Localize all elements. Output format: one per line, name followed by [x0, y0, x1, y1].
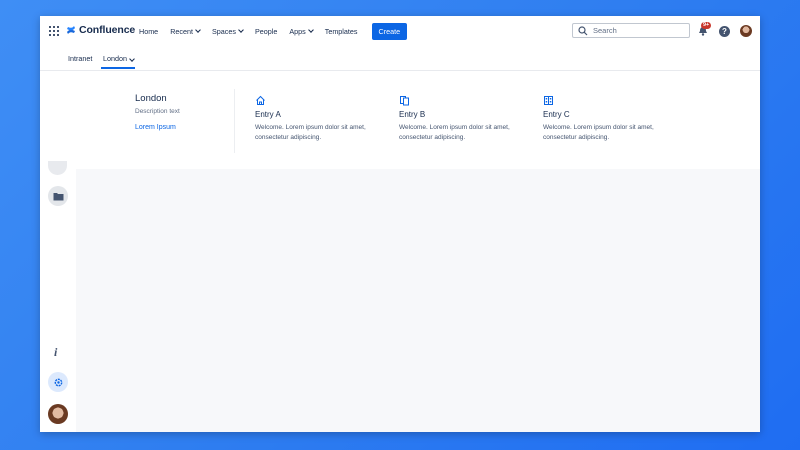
nav-apps-label: Apps: [289, 26, 306, 36]
dropdown-divider: [234, 89, 235, 153]
profile-avatar[interactable]: [740, 25, 752, 37]
space-subnav: Intranet London: [40, 46, 760, 71]
entry-c-description: Welcome. Lorem ipsum dolor sit amet, con…: [543, 124, 654, 141]
nav-spaces-label: Spaces: [211, 26, 236, 36]
nav-recent-label: Recent: [170, 26, 193, 36]
nav-templates[interactable]: Templates: [325, 27, 358, 36]
create-button[interactable]: Create: [371, 22, 408, 40]
nav-home-label: Home: [139, 26, 159, 36]
dropdown-link[interactable]: Lorem Ipsum: [135, 124, 176, 131]
search-icon: [578, 25, 588, 35]
notification-badge: 9+: [701, 22, 712, 29]
search-input[interactable]: [593, 26, 683, 35]
folder-button[interactable]: [48, 186, 68, 206]
active-tab-indicator: [101, 67, 135, 69]
tab-london-label: London: [103, 54, 127, 63]
settings-icon: [54, 378, 62, 386]
tab-london[interactable]: London: [103, 54, 135, 63]
info-icon[interactable]: i: [54, 345, 57, 360]
entry-a[interactable]: Entry A Welcome. Lorem ipsum dolor sit a…: [255, 95, 385, 143]
home-icon: [256, 95, 265, 105]
left-rail: i: [40, 161, 76, 432]
help-icon[interactable]: ?: [719, 26, 730, 37]
app-switcher-icon[interactable]: [49, 26, 59, 36]
entry-b[interactable]: Entry B Welcome. Lorem ipsum dolor sit a…: [399, 95, 529, 143]
nav-home[interactable]: Home: [139, 27, 158, 36]
building-icon: [544, 96, 553, 105]
nav-recent[interactable]: Recent: [170, 26, 201, 36]
entry-c-title: Entry C: [543, 110, 570, 119]
confluence-logo[interactable]: Confluence: [66, 24, 135, 36]
entry-b-title: Entry B: [399, 110, 426, 119]
entry-b-description: Welcome. Lorem ipsum dolor sit amet, con…: [399, 124, 510, 141]
entry-a-description: Welcome. Lorem ipsum dolor sit amet, con…: [255, 124, 366, 141]
rail-avatar[interactable]: [48, 404, 68, 424]
chevron-down-icon: [129, 56, 135, 62]
london-dropdown-panel: London Description text Lorem Ipsum Entr…: [40, 71, 760, 169]
chevron-down-icon: [238, 27, 244, 33]
tab-intranet[interactable]: Intranet: [68, 54, 92, 63]
dropdown-description: Description text: [135, 108, 180, 115]
pages-icon: [400, 96, 409, 106]
nav-people[interactable]: People: [255, 27, 277, 36]
entry-c[interactable]: Entry C Welcome. Lorem ipsum dolor sit a…: [543, 95, 673, 143]
primary-nav: Home Recent Spaces People Apps Templates…: [139, 16, 408, 46]
nav-people-label: People: [254, 26, 278, 36]
entry-a-title: Entry A: [255, 110, 281, 119]
search-box[interactable]: [572, 23, 690, 38]
nav-templates-label: Templates: [324, 26, 358, 36]
dropdown-title: London: [135, 93, 167, 104]
top-navigation: Confluence Home Recent Spaces People App…: [40, 16, 760, 47]
rail-button-partial[interactable]: [48, 161, 67, 175]
chevron-down-icon: [195, 27, 201, 33]
confluence-logo-icon: [67, 26, 75, 34]
nav-spaces[interactable]: Spaces: [211, 26, 244, 36]
settings-button[interactable]: [48, 372, 68, 392]
chevron-down-icon: [307, 27, 314, 33]
nav-apps[interactable]: Apps: [289, 26, 314, 36]
confluence-window: Confluence Home Recent Spaces People App…: [40, 16, 760, 432]
folder-icon: [53, 192, 63, 200]
logo-text: Confluence: [79, 24, 136, 36]
main-content-area: [76, 169, 760, 432]
